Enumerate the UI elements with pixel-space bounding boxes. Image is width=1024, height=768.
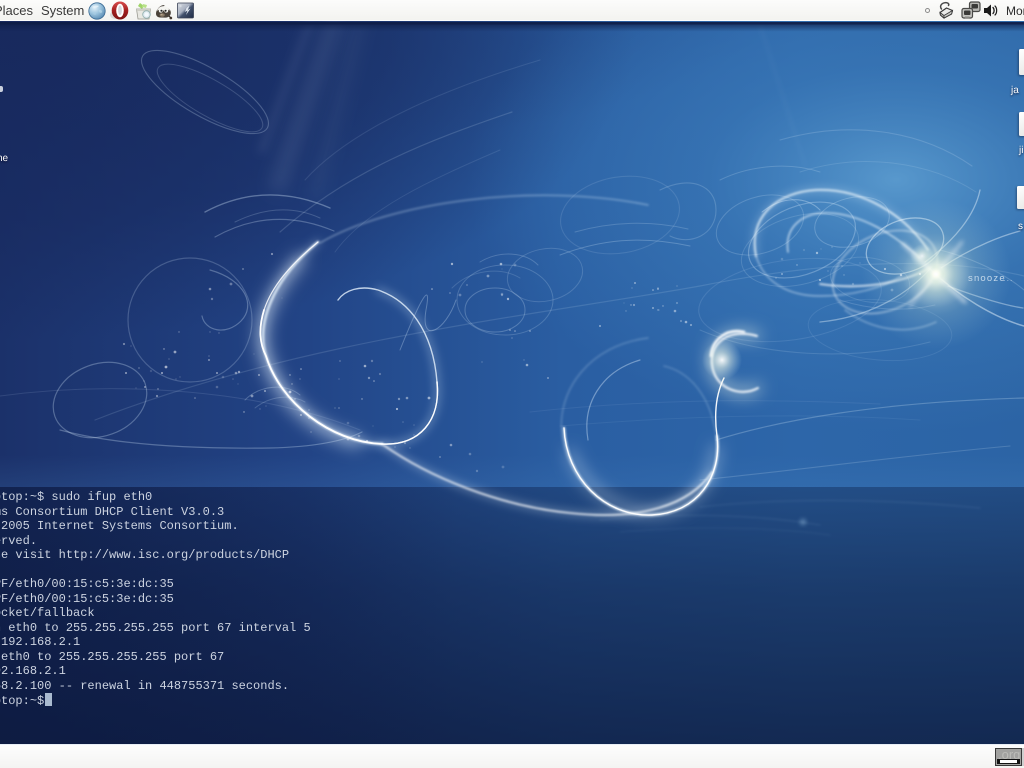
svg-text:...: ... [1003, 273, 1013, 284]
svg-text:snooze: snooze [968, 273, 1006, 284]
